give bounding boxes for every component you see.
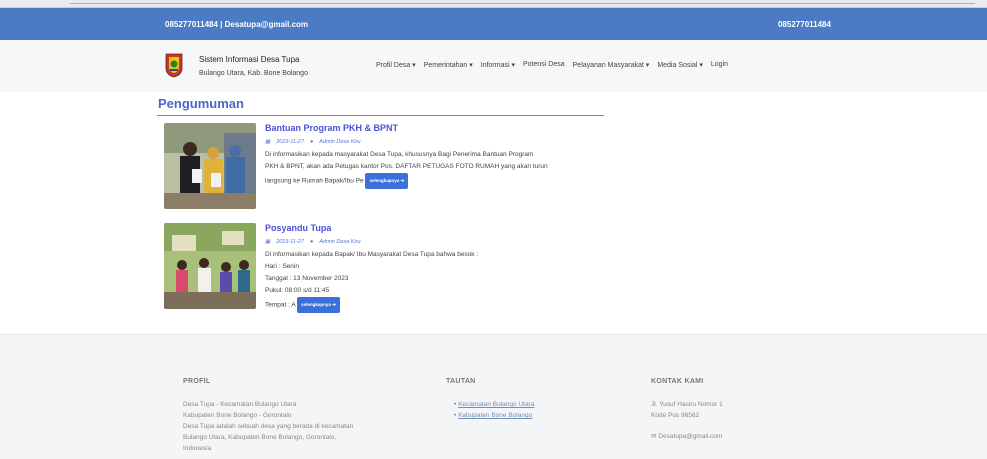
announcement-photo[interactable] [164,223,256,309]
excerpt-line: Pukul: 08:00 s/d 11:45 [265,287,330,294]
footer-link-item: Kecamatan Bulango Utara [454,399,616,410]
announcement-date: 2023-11-27 [276,139,304,145]
footer-link[interactable]: Kecamatan Bulango Utara [458,401,534,408]
footer-link-item: Kabupaten Bone Bolango [454,410,616,421]
footer-heading: KONTAK KAMI [651,378,704,385]
nav-pelayanan-masyarakat[interactable]: Pelayanan Masyarakat ▾ [573,61,650,69]
user-icon: ● [309,239,314,245]
excerpt-line: langsung ke Rumah Bapak/Ibu Pe selengkap… [265,173,605,189]
nav-profil-desa[interactable]: Profil Desa ▾ [376,61,416,69]
footer-text: Desa Tupa - Kecamatan Bulango Utara [183,401,297,408]
footer-postcode: Kode Pos 96582 [651,412,700,419]
section-title: Pengumuman [158,96,244,111]
excerpt-line: PKH & BPNT, akan ada Petugas kantor Pos.… [265,163,548,170]
footer-kontak: KONTAK KAMI Jl. Yusuf Hasiru Nomor 1 Kod… [651,376,821,442]
footer-email-row: ✉ Desatupa@gmail.com [651,431,821,442]
site-header: Sistem Informasi Desa Tupa Bulango Utara… [0,40,987,92]
excerpt-line: Tanggal : 13 November 2023 [265,275,349,282]
announcement-title[interactable]: Posyandu Tupa [265,223,331,233]
announcement-excerpt: Di informasikan kepada Bapak/ Ibu Masyar… [265,249,605,313]
announcement-excerpt: Di informasikan kepada masyarakat Desa T… [265,149,605,189]
read-more-button[interactable]: selengkapnya ➔ [365,173,409,189]
footer-tautan: TAUTAN Kecamatan Bulango Utara Kabupaten… [446,376,616,421]
announcement-meta: ▦ 2023-11-27 ● Admin Desa Kiru [265,139,361,145]
village-logo[interactable] [164,52,184,78]
footer-text: Bulango Utara, Kabupaten Bone Bolango, G… [183,434,337,441]
nav-login[interactable]: Login [711,61,728,69]
excerpt-line: Tempat : A selengkapnya ➔ [265,297,605,313]
nav-informasi[interactable]: Informasi ▾ [481,61,515,69]
main-nav: Profil Desa ▾ Pemerintahan ▾ Informasi ▾… [376,61,728,69]
footer-text: Desa Tupa adalah sebuah desa yang berada… [183,423,354,430]
section-divider [157,115,604,116]
top-contact-bar: 085277011484 | Desatupa@gmail.com 085277… [0,8,987,40]
announcement-photo[interactable] [164,123,256,209]
footer-heading: PROFIL [183,378,211,385]
contact-left: 085277011484 | Desatupa@gmail.com [165,20,309,29]
envelope-icon: ✉ [651,433,657,440]
site-title[interactable]: Sistem Informasi Desa Tupa [199,55,299,64]
announcement-title[interactable]: Bantuan Program PKH & BPNT [265,123,398,133]
calendar-icon: ▦ [265,139,271,145]
footer-address: Jl. Yusuf Hasiru Nomor 1 [651,401,723,408]
footer-heading: TAUTAN [446,378,476,385]
frame-line [70,3,975,4]
site-subtitle: Bulango Utara, Kab. Bone Bolango [199,70,308,77]
footer-text: Indonesia [183,445,212,452]
announcement-card: Bantuan Program PKH & BPNT ▦ 2023-11-27 ●… [164,123,604,213]
footer-profil: PROFIL Desa Tupa - Kecamatan Bulango Uta… [183,376,423,454]
nav-potensi-desa[interactable]: Potensi Desa [523,61,565,69]
read-more-button[interactable]: selengkapnya ➔ [297,297,340,313]
footer-link[interactable]: Kabupaten Bone Bolango [458,412,532,419]
browser-top-frame [0,0,987,8]
site-footer: PROFIL Desa Tupa - Kecamatan Bulango Uta… [0,334,987,459]
excerpt-line: Di informasikan kepada Bapak/ Ibu Masyar… [265,251,479,258]
calendar-icon: ▦ [265,239,271,245]
announcement-author[interactable]: Admin Desa Kiru [319,139,360,145]
footer-text: Kabupaten Bone Bolango - Gorontalo [183,412,292,419]
excerpt-line: Hari : Senin [265,263,299,270]
footer-email[interactable]: Desatupa@gmail.com [658,433,722,440]
announcement-date: 2023-11-27 [276,239,304,245]
user-icon: ● [309,139,314,145]
nav-media-sosial[interactable]: Media Sosial ▾ [657,61,703,69]
announcement-card: Posyandu Tupa ▦ 2023-11-27 ● Admin Desa Ki… [164,223,604,323]
announcement-meta: ▦ 2023-11-27 ● Admin Desa Kiru [265,239,361,245]
excerpt-line: Di informasikan kepada masyarakat Desa T… [265,151,534,158]
announcement-author[interactable]: Admin Desa Kiru [319,239,360,245]
contact-right: 085277011484 [778,20,831,29]
nav-pemerintahan[interactable]: Pemerintahan ▾ [424,61,473,69]
